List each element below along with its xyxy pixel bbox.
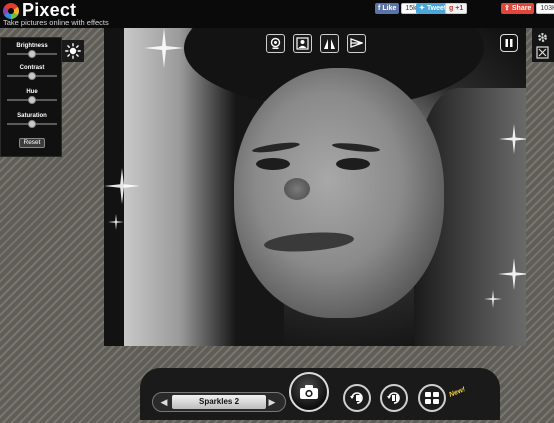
- grid-icon: [425, 392, 439, 404]
- effect-name-label[interactable]: Sparkles 2: [172, 395, 266, 409]
- photo-nose: [284, 178, 310, 200]
- hue-slider[interactable]: [7, 96, 57, 104]
- saturation-label: Saturation: [17, 113, 47, 119]
- pause-button[interactable]: [500, 34, 518, 52]
- previous-effect-arrow-icon[interactable]: ◀: [158, 395, 170, 409]
- next-effect-arrow-icon[interactable]: ▶: [266, 395, 278, 409]
- camera-icon: [300, 385, 318, 399]
- angle-flip-icon[interactable]: [347, 34, 366, 53]
- photo-eye-left: [256, 158, 290, 170]
- grid-mode-button[interactable]: [418, 384, 446, 412]
- share-button[interactable]: ⇪ Share: [501, 3, 535, 14]
- top-header: Pixect Take pictures online with effects…: [0, 0, 554, 28]
- pause-icon: [505, 39, 513, 47]
- sparkle-icon: [104, 168, 140, 204]
- pixect-logo-icon[interactable]: [3, 3, 19, 19]
- adjustment-panel: Brightness Contrast Hue Saturation Reset: [0, 37, 62, 157]
- camera-preview: [104, 28, 526, 346]
- sparkle-icon: [498, 258, 526, 290]
- side-tools: [532, 28, 554, 62]
- gplus-group[interactable]: g +1: [445, 3, 468, 14]
- contrast-label: Contrast: [19, 65, 45, 71]
- twitter-bird-icon: ✦: [419, 5, 425, 12]
- hue-label: Hue: [26, 89, 38, 95]
- saturation-slider[interactable]: [7, 120, 57, 128]
- sun-icon: [65, 43, 81, 59]
- share-count: 103K: [536, 3, 554, 14]
- photo-face: [234, 68, 444, 318]
- burst-icon: [387, 392, 400, 404]
- facebook-like-group[interactable]: f Like 15k: [375, 3, 421, 14]
- timer-icon: [350, 392, 363, 404]
- facebook-icon: f: [378, 5, 381, 12]
- fullscreen-icon[interactable]: [536, 46, 549, 64]
- reset-button[interactable]: Reset: [19, 138, 45, 148]
- brightness-label: Brightness: [16, 43, 48, 49]
- timer-button[interactable]: [343, 384, 371, 412]
- facebook-like-button[interactable]: f Like: [375, 3, 400, 14]
- contrast-slider-knob[interactable]: [28, 72, 36, 80]
- share-icon: ⇪: [504, 5, 510, 12]
- brightness-slider-knob[interactable]: [28, 50, 36, 58]
- sparkle-icon: [144, 28, 184, 68]
- mirror-flip-icon[interactable]: [320, 34, 339, 53]
- gplus-button[interactable]: g +1: [445, 3, 468, 14]
- saturation-slider-knob[interactable]: [28, 120, 36, 128]
- take-photo-button[interactable]: [289, 372, 329, 412]
- brightness-slider[interactable]: [7, 50, 57, 58]
- webcam-icon[interactable]: [266, 34, 285, 53]
- sparkle-icon: [108, 214, 124, 230]
- burst-mode-button[interactable]: [380, 384, 408, 412]
- portrait-icon[interactable]: [293, 34, 312, 53]
- sparkle-icon: [484, 290, 502, 308]
- camera-top-controls: [266, 34, 366, 53]
- app-tagline: Take pictures online with effects: [3, 18, 109, 27]
- contrast-slider[interactable]: [7, 72, 57, 80]
- photo-eye-right: [336, 158, 370, 170]
- adjustments-toggle-button[interactable]: [62, 40, 84, 62]
- share-group[interactable]: ⇪ Share 103K: [501, 3, 554, 14]
- hue-slider-knob[interactable]: [28, 96, 36, 104]
- sparkle-icon: [499, 124, 526, 154]
- gplus-icon: g: [449, 5, 454, 12]
